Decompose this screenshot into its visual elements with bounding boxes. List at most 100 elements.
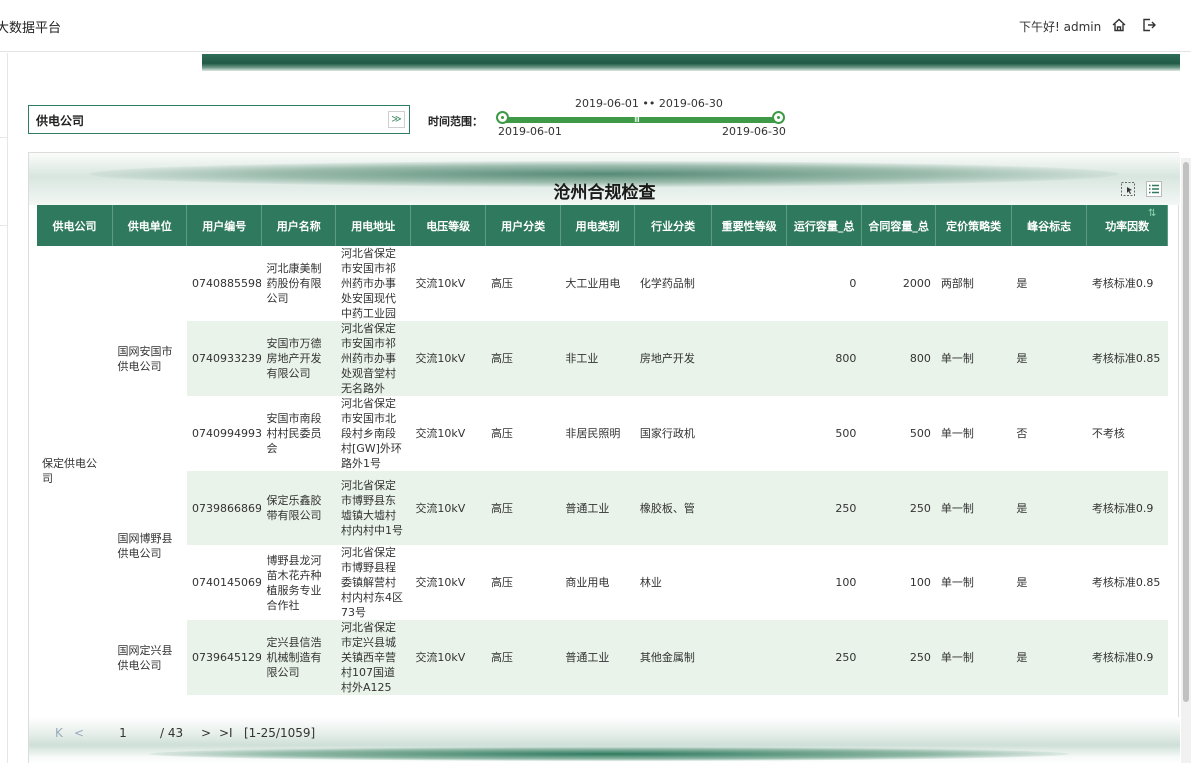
slider-end-handle[interactable] [772,111,785,124]
running-capacity-cell: 250 [786,620,862,695]
time-range-label: 时间范围： [428,115,483,128]
column-header[interactable]: 供电单位 [112,205,188,246]
running-capacity-cell: 0 [849,277,857,290]
table-row[interactable]: 国网定兴县供电公司 0739645129 定兴县信浩机械制造有限公司 河北省保定… [37,620,1168,695]
power-factor-cell: 不考核 [1091,427,1125,440]
last-page-button[interactable]: >I [219,726,233,740]
electricity-type-cell: 商业用电 [565,576,610,589]
chevron-down-icon[interactable]: ≫ [388,111,405,128]
report-title: 沧州合规检查 [553,183,656,203]
slider-start-handle[interactable] [496,111,509,124]
address-cell: 河北省保定市安国市祁州药市办事处观音堂村无名路外 [335,321,411,396]
user-category-cell: 高压 [485,321,561,396]
time-range-summary: 2019-06-01 •• 2019-06-30 [575,97,723,110]
contract-capacity-cell: 100 [909,576,931,589]
list-view-icon[interactable] [1146,181,1162,197]
home-icon[interactable] [1111,17,1127,33]
voltage-cell: 交流10kV [415,277,466,290]
power-factor-cell: 考核标准0.9 [1086,471,1168,545]
user-category-cell: 高压 [485,620,561,695]
total-pages: / 43 [160,726,184,740]
company-select[interactable]: 供电公司 ≫ [28,105,410,134]
table-header-row: 供电公司 供电单位 用户编号 用户名称 用电地址 电压等级 用户分类 用电类别 … [37,205,1168,246]
user-id-cell: 0740885598 [191,277,262,290]
running-capacity-cell: 250 [786,471,862,545]
user-category-cell: 高压 [490,576,513,589]
user-category-cell: 高压 [490,277,513,290]
address-cell: 河北省保定市博野县东墟镇大墟村村内村中1号 [335,471,411,545]
table-row[interactable]: 0740933239 安国市万德房地产开发有限公司 河北省保定市安国市祁州药市办… [37,321,1168,396]
header-banner [202,54,1180,71]
column-header[interactable]: 重要性等级 [711,205,788,246]
user-id-cell: 0740145069 [191,576,262,589]
contract-capacity-cell: 800 [861,321,936,396]
electricity-type-cell: 大工业用电 [565,277,621,290]
next-page-button[interactable]: > [201,726,211,740]
column-header[interactable]: 用户分类 [485,205,561,246]
importance-cell [711,396,787,471]
column-header[interactable]: 运行容量_总 [786,205,862,246]
address-cell: 河北省保定市安国市北段村乡南段村[GW]外环路外1号 [340,397,402,470]
user-category-cell: 高压 [485,471,561,545]
logout-icon[interactable] [1141,17,1157,33]
pagination-bar: K < / 43 > >I [1-25/1059] [29,717,1180,764]
pricing-cell: 单一制 [935,321,1012,396]
pricing-cell: 单一制 [935,471,1012,545]
column-header[interactable]: 用电地址 [335,205,411,246]
address-cell: 河北省保定市定兴县城关镇西辛营村107国道村外A125 [335,620,411,695]
left-sidebar-strip [0,53,8,763]
column-header[interactable]: 用户名称 [261,205,337,246]
time-range-slider[interactable] [502,117,780,123]
user-name-cell: 安国市南段村村民委员会 [266,412,322,455]
compliance-table: 供电公司 供电单位 用户编号 用户名称 用电地址 电压等级 用户分类 用电类别 … [37,205,1168,695]
column-header[interactable]: 峰谷标志 [1011,205,1088,246]
peak-flag-cell: 否 [1016,427,1028,440]
user-id-cell: 0740933239 [186,321,262,396]
industry-cell: 橡胶板、管 [634,471,712,545]
column-header[interactable]: 供电公司 [37,205,113,246]
industry-cell: 化学药品制 [639,277,695,290]
electricity-type-cell: 普通工业 [560,620,635,695]
running-capacity-cell: 100 [835,576,857,589]
contract-capacity-cell: 2000 [902,277,931,290]
column-header[interactable]: 合同容量_总 [861,205,937,246]
voltage-cell: 交流10kV [410,471,486,545]
user-category-cell: 高压 [490,427,513,440]
column-header[interactable]: 用电类别 [560,205,636,246]
unit-cell: 国网博野县供电公司 [112,471,187,620]
address-cell: 河北省保定市安国市祁州药市办事处安国现代中药工业园 [340,247,396,320]
importance-cell [711,246,787,321]
slider-grip-icon[interactable]: III [634,115,640,125]
voltage-cell: 交流10kV [415,427,466,440]
running-capacity-cell: 500 [835,427,857,440]
prev-page-button[interactable]: < [74,726,84,740]
peak-flag-cell: 是 [1016,277,1028,290]
power-factor-cell: 考核标准0.9 [1091,277,1154,290]
first-page-button[interactable]: K [55,726,63,740]
scrollbar-thumb[interactable] [1183,162,1189,702]
peak-flag-cell: 是 [1011,620,1087,695]
page-scrollbar[interactable] [1181,158,1191,763]
table-row[interactable]: 0740145069 博野县龙河苗木花卉种植服务专业合作社 河北省保定市博野县程… [37,545,1168,620]
peak-flag-cell: 是 [1011,471,1087,545]
user-id-cell: 0740994993 [191,427,262,440]
table-row[interactable]: 0740994993 安国市南段村村民委员会 河北省保定市安国市北段村乡南段村[… [37,396,1168,471]
table-row[interactable]: 保定供电公司 国网安国市供电公司 0740885598 河北康美制药股份有限公司… [37,246,1168,695]
sort-icon[interactable]: ⇅ [1148,208,1156,219]
pricing-cell: 单一制 [935,620,1012,695]
select-cursor-icon[interactable] [1120,181,1136,197]
page-number-input[interactable] [107,723,139,743]
unit-cell: 国网安国市供电公司 [112,246,187,471]
column-header[interactable]: 行业分类 [634,205,712,246]
electricity-type-cell: 非工业 [560,321,635,396]
column-header[interactable]: 用户编号 [186,205,262,246]
table-row[interactable]: 国网博野县供电公司 0739866869 保定乐鑫胶带有限公司 河北省保定市博野… [37,471,1168,620]
column-header[interactable]: 定价策略类 [935,205,1012,246]
column-header[interactable]: 电压等级 [410,205,487,246]
industry-cell: 林业 [639,576,662,589]
company-select-value: 供电公司 [36,114,85,128]
industry-cell: 房地产开发 [634,321,712,396]
user-name-cell: 保定乐鑫胶带有限公司 [261,471,336,545]
user-name-cell: 河北康美制药股份有限公司 [266,262,322,305]
running-capacity-cell: 800 [786,321,862,396]
